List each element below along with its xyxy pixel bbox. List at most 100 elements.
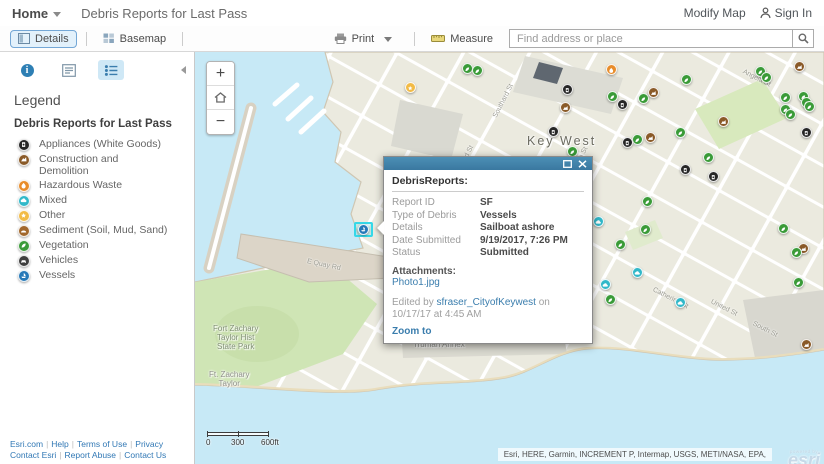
field-label: Type of Debris [392, 209, 457, 221]
legend-item-other: Other [14, 209, 194, 222]
basemap-button[interactable]: Basemap [96, 31, 173, 47]
map-marker-hazardous[interactable] [606, 60, 617, 78]
map-marker-vegetation[interactable] [472, 61, 483, 79]
collapse-panel-arrow[interactable] [181, 66, 186, 74]
footer-link[interactable]: Privacy [135, 439, 163, 449]
map-marker-vegetation[interactable] [681, 70, 692, 88]
editor-user-link[interactable]: sfraser_CityofKeywest [436, 297, 535, 309]
popup-field-row: Type of Debris Vessels [392, 210, 584, 221]
map-marker-appliances[interactable] [622, 133, 633, 151]
map-marker-mixed[interactable] [675, 293, 686, 311]
map-marker-vegetation[interactable] [632, 130, 643, 148]
map-marker-vegetation[interactable] [793, 273, 804, 291]
map-marker-construction[interactable] [801, 335, 812, 353]
map-toolbar: Details Basemap Print Measure [0, 26, 824, 52]
map-marker-mixed[interactable] [593, 212, 604, 230]
vegetation-icon [640, 224, 651, 236]
measure-button[interactable]: Measure [424, 31, 500, 47]
chevron-down-icon[interactable] [53, 11, 62, 17]
print-button[interactable]: Print [327, 31, 406, 47]
map-marker-appliances[interactable] [680, 160, 691, 178]
toolbar-divider [182, 31, 184, 46]
footer-link[interactable]: Report Abuse [65, 450, 117, 460]
map-marker-vegetation[interactable] [785, 105, 796, 123]
field-value: Submitted [480, 247, 529, 258]
map-marker-construction[interactable] [718, 112, 729, 130]
map-marker-appliances[interactable] [562, 80, 573, 98]
footer-link[interactable]: Terms of Use [77, 439, 127, 449]
footer-link[interactable]: Contact Us [124, 450, 166, 460]
search-submit-button[interactable] [792, 29, 814, 48]
vegetation-icon [785, 109, 796, 121]
legend-item-vehicles: Vehicles [14, 254, 194, 267]
construction-icon [718, 116, 729, 128]
vegetation-icon [791, 247, 802, 259]
map-marker-mixed[interactable] [632, 263, 643, 281]
map-marker-vegetation[interactable] [804, 97, 815, 115]
popup-title: DebrisReports: [392, 175, 584, 192]
attachment-link[interactable]: Photo1.jpg [392, 277, 440, 288]
search-input[interactable] [509, 29, 792, 48]
search-icon [798, 33, 809, 44]
hazardous-icon [606, 64, 617, 76]
appliances-icon [708, 171, 719, 183]
sign-in-button[interactable]: Sign In [760, 6, 812, 20]
tab-legend[interactable] [98, 60, 124, 80]
details-button[interactable]: Details [10, 29, 77, 48]
map-marker-appliances[interactable] [617, 95, 628, 113]
selected-vessel-marker[interactable] [354, 222, 373, 237]
maximize-icon[interactable] [563, 159, 572, 168]
vegetation-icon [632, 134, 643, 146]
map-marker-construction[interactable] [560, 98, 571, 116]
map-marker-vegetation[interactable] [642, 192, 653, 210]
map-marker-vegetation[interactable] [615, 235, 626, 253]
home-menu[interactable]: Home [12, 6, 48, 21]
zoom-out-button[interactable]: − [207, 110, 234, 134]
footer-link[interactable]: Esri.com [10, 439, 43, 449]
close-icon[interactable] [578, 159, 587, 168]
map-marker-appliances[interactable] [708, 167, 719, 185]
map-marker-other[interactable] [405, 78, 416, 96]
map-marker-vegetation[interactable] [703, 148, 714, 166]
arcgis-map-viewer: Home Debris Reports for Last Pass Modify… [0, 0, 824, 464]
zoom-in-button[interactable]: + [207, 62, 234, 86]
footer-link[interactable]: Help [51, 439, 68, 449]
popup-titlebar[interactable] [384, 157, 592, 170]
home-extent-button[interactable] [207, 86, 234, 110]
legend-item-label: Hazardous Waste [39, 179, 123, 191]
map-marker-construction[interactable] [648, 83, 659, 101]
map-marker-appliances[interactable] [548, 122, 559, 140]
map-canvas[interactable]: Key West Fort Zachary Taylor Hist State Pa… [195, 52, 824, 464]
map-marker-construction[interactable] [645, 128, 656, 146]
info-icon: i [20, 63, 34, 77]
field-label: Date Submitted [392, 234, 461, 246]
appliances-icon [617, 99, 628, 111]
main-area: i Legend Debris Reports for Last Pass Ap… [0, 52, 824, 464]
zoom-to-anchor[interactable]: Zoom to [392, 326, 431, 337]
construction-icon [560, 102, 571, 114]
tab-content[interactable] [56, 60, 82, 80]
popup-field-row: Date Submitted 9/19/2017, 7:26 PM [392, 235, 584, 246]
map-marker-vegetation[interactable] [675, 123, 686, 141]
map-marker-vegetation[interactable] [791, 243, 802, 261]
map-marker-vegetation[interactable] [640, 220, 651, 238]
construction-icon [645, 132, 656, 144]
measure-label: Measure [450, 32, 493, 45]
mixed-icon [675, 297, 686, 309]
tab-about[interactable]: i [14, 60, 40, 80]
map-marker-appliances[interactable] [801, 123, 812, 141]
other-icon [18, 210, 30, 222]
appliances-icon [801, 127, 812, 139]
map-marker-vegetation[interactable] [605, 290, 616, 308]
footer-link[interactable]: Contact Esri [10, 450, 56, 460]
popup-fields: Report ID SF Type of Debris Vessels Details S… [392, 197, 584, 258]
map-marker-vegetation[interactable] [761, 68, 772, 86]
popup-field-row: Status Submitted [392, 247, 584, 258]
modify-map-link[interactable]: Modify Map [684, 6, 746, 20]
mixed-icon [600, 279, 611, 291]
construction-icon [648, 87, 659, 99]
map-marker-vegetation[interactable] [778, 219, 789, 237]
vegetation-icon [761, 72, 772, 84]
vegetation-icon [778, 223, 789, 235]
map-marker-construction[interactable] [794, 57, 805, 75]
